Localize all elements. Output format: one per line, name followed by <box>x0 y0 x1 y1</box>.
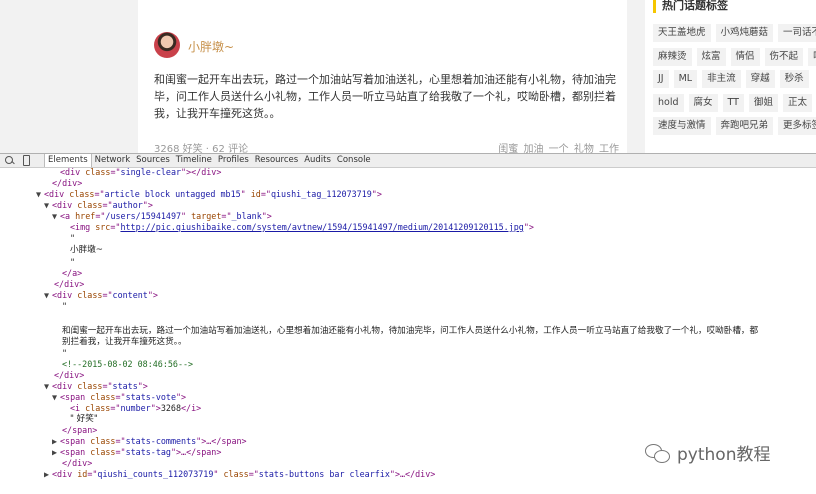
dom-node[interactable]: ▼ <div class="author"> <box>44 200 153 211</box>
author-avatar[interactable] <box>154 32 180 58</box>
dom-node[interactable]: </div> <box>52 178 82 189</box>
webpage-viewport: 小胖墩~ 和闺蜜一起开车出去玩，路过一个加油站写着加油送礼，心里想着加油还能有小… <box>0 0 816 155</box>
hot-tag[interactable]: 御姐 <box>748 94 778 112</box>
wechat-watermark: python教程 <box>645 440 770 465</box>
tag-row: JJ ML 非主流 穿越 秒杀 <box>653 70 809 90</box>
tab-audits[interactable]: Audits <box>301 154 334 167</box>
device-mode-icon[interactable] <box>23 155 30 166</box>
hot-tag[interactable]: JJ <box>653 70 669 88</box>
hot-tags-title: 热门话题标签 <box>653 0 816 13</box>
dom-node[interactable]: ▼ <div class="stats"> <box>44 381 148 392</box>
hot-tag[interactable]: 非主流 <box>702 70 741 88</box>
dom-node[interactable]: </div> <box>54 370 84 381</box>
hot-tag[interactable]: 情侣 <box>730 48 760 66</box>
tag-row: 天王盖地虎 小鸡炖蘑菇 一司话不 <box>653 24 816 44</box>
article-block: 小胖墩~ 和闺蜜一起开车出去玩，路过一个加油站写着加油送礼，心里想着加油还能有小… <box>138 0 627 155</box>
author-name-link[interactable]: 小胖墩~ <box>188 38 234 55</box>
devtools-toolbar: Elements Network Sources Timeline Profil… <box>0 153 816 168</box>
tag-row: 麻辣烫 炫富 情侣 伤不起 吐 <box>653 48 816 68</box>
dom-node[interactable]: ▼ <a href="/users/15941497" target="_blan… <box>52 211 272 222</box>
hot-tag[interactable]: 秒杀 <box>779 70 809 88</box>
dom-text: " <box>70 257 76 267</box>
article-content: 和闺蜜一起开车出去玩，路过一个加油站写着加油送礼，心里想着加油还能有小礼物，待加… <box>154 73 616 120</box>
dom-node[interactable]: </div> <box>54 279 84 290</box>
tab-elements[interactable]: Elements <box>44 154 92 167</box>
tab-profiles[interactable]: Profiles <box>215 154 252 167</box>
tag-row: 速度与激情 奔跑吧兄弟 更多标签 <box>653 117 816 137</box>
wechat-icon <box>645 442 671 464</box>
dom-node[interactable]: </span> <box>62 425 97 436</box>
dom-text: " <box>62 301 68 311</box>
tab-network[interactable]: Network <box>92 154 134 167</box>
dom-text: 小胖墩~ <box>70 245 103 255</box>
dom-node[interactable]: ▼ <span class="stats-vote"> <box>52 392 186 403</box>
dom-node[interactable]: ▶ <span class="stats-tag">…</span> <box>52 447 221 458</box>
inspect-element-icon[interactable] <box>4 155 15 166</box>
dom-node[interactable]: </a> <box>62 268 82 279</box>
hot-tag[interactable]: 奔跑吧兄弟 <box>715 117 774 135</box>
hot-tag[interactable]: 麻辣烫 <box>653 48 692 66</box>
hot-tag[interactable]: 正太 <box>783 94 813 112</box>
dom-node[interactable]: <i class="number">3268</i> <box>70 403 201 414</box>
hot-tag[interactable]: 穿越 <box>745 70 775 88</box>
dom-text: 和闺蜜一起开车出去玩，路过一个加油站写着加油送礼，心里想着加油还能有小礼物，待加… <box>62 326 759 336</box>
dom-text: " <box>70 233 76 243</box>
hot-tag[interactable]: ML <box>673 70 698 88</box>
dom-comment[interactable]: <!--2015-08-02 08:46:56--> <box>62 359 193 370</box>
hot-tag[interactable]: hold <box>653 94 684 112</box>
dom-text: " <box>62 348 68 358</box>
hot-tag[interactable]: 天王盖地虎 <box>653 24 711 42</box>
dom-node[interactable]: </div> <box>62 458 92 469</box>
hot-tag[interactable]: 小鸡炖蘑菇 <box>715 24 774 42</box>
tab-console[interactable]: Console <box>334 154 374 167</box>
hot-tag[interactable]: 更多标签 <box>778 117 816 135</box>
dom-node[interactable]: ▼ <div class="article block untagged mb15… <box>36 189 382 200</box>
tab-resources[interactable]: Resources <box>252 154 301 167</box>
watermark-text: python教程 <box>677 445 771 465</box>
hot-tag[interactable]: 腐女 <box>688 94 718 112</box>
dom-node[interactable]: ▶ <span class="stats-comments">…</span> <box>52 436 247 447</box>
dom-node[interactable]: ▶ <div id="qiushi_counts_112073719" class… <box>44 469 435 480</box>
hot-tags-sidebar: 热门话题标签 天王盖地虎 小鸡炖蘑菇 一司话不 麻辣烫 炫富 情侣 伤不起 吐 … <box>645 0 816 153</box>
dom-text: 别拦着我，让我开车撞死这货。。 <box>62 337 187 347</box>
dom-node[interactable]: ▼ <div class="content"> <box>44 290 158 301</box>
hot-tag[interactable]: TT <box>722 94 744 112</box>
hot-tag[interactable]: 速度与激情 <box>653 117 711 135</box>
dom-node[interactable]: <div class="single-clear"></div> <box>60 167 221 178</box>
tag-row: hold 腐女 TT 御姐 正太 <box>653 94 813 114</box>
hot-tag[interactable]: 伤不起 <box>764 48 804 66</box>
hot-tag[interactable]: 吐 <box>808 48 816 66</box>
dom-node[interactable]: <img src="http://pic.qiushibaike.com/sys… <box>70 222 534 233</box>
dom-text: " 好笑" <box>70 414 98 424</box>
tab-timeline[interactable]: Timeline <box>173 154 215 167</box>
hot-tag[interactable]: 炫富 <box>696 48 726 66</box>
tab-sources[interactable]: Sources <box>133 154 173 167</box>
hot-tag[interactable]: 一司话不 <box>778 24 816 42</box>
